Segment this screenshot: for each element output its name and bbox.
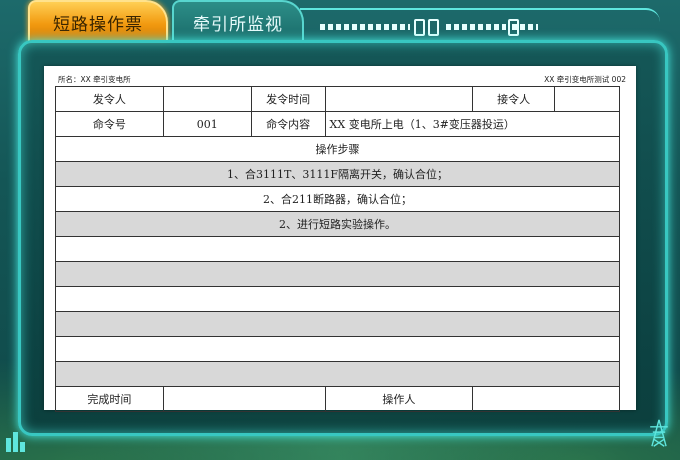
tab-short-circuit-ticket[interactable]: 短路操作票 — [28, 0, 168, 42]
operation-ticket-sheet: 所名：XX 牵引变电所 XX 牵引变电所测试 002 发令人 发令时间 接令人 … — [44, 66, 636, 412]
step-row — [55, 311, 620, 337]
header-decoration — [300, 8, 660, 36]
step-text: 2、合211断路器，确认合位； — [55, 186, 620, 212]
power-tower-icon — [650, 419, 668, 447]
step-row: 1、合3111T、3111F隔离开关，确认合位； — [55, 161, 620, 187]
command-row: 命令号 001 命令内容 XX 变电所上电（1、3#变压器投运） — [55, 111, 621, 137]
ticket-table: 发令人 发令时间 接令人 命令号 001 命令内容 XX 变电所上电（1、3#变… — [55, 86, 621, 412]
command-no-label: 命令号 — [55, 111, 164, 137]
issuer-label: 发令人 — [55, 86, 164, 112]
complete-time-value[interactable] — [162, 386, 326, 412]
tab-label: 短路操作票 — [53, 14, 143, 35]
step-row: 2、进行短路实验操作。 — [55, 211, 620, 237]
step-row — [55, 361, 620, 387]
completion-row: 完成时间 操作人 — [55, 386, 620, 412]
step-text — [55, 336, 620, 362]
step-row — [55, 261, 620, 287]
issue-time-label: 发令时间 — [250, 86, 326, 112]
step-text: 2、进行短路实验操作。 — [55, 211, 620, 237]
decor-notch — [414, 19, 425, 36]
step-text — [55, 286, 620, 312]
issuer-row: 发令人 发令时间 接令人 — [55, 86, 620, 112]
step-text — [55, 311, 620, 337]
command-content-value: XX 变电所上电（1、3#变压器投运） — [324, 111, 621, 137]
step-text — [55, 261, 620, 287]
issue-time-value[interactable] — [324, 86, 474, 112]
operator-label: 操作人 — [324, 386, 474, 412]
issuer-value[interactable] — [162, 86, 252, 112]
decor-notch — [428, 19, 439, 36]
step-text — [55, 236, 620, 262]
receiver-label: 接令人 — [472, 86, 556, 112]
step-row — [55, 336, 620, 362]
tab-label: 牵引所监视 — [193, 14, 283, 35]
step-row — [55, 286, 620, 312]
ticket-id: XX 牵引变电所测试 002 — [544, 75, 626, 84]
decor-dashes — [320, 24, 410, 30]
step-row: 2、合211断路器，确认合位； — [55, 186, 620, 212]
decor-dashes — [446, 24, 506, 30]
command-no-value: 001 — [162, 111, 252, 137]
step-text: 1、合3111T、3111F隔离开关，确认合位； — [55, 161, 620, 187]
operator-value[interactable] — [472, 386, 620, 412]
command-content-label: 命令内容 — [250, 111, 326, 137]
tab-substation-monitor[interactable]: 牵引所监视 — [172, 0, 304, 42]
complete-time-label: 完成时间 — [55, 386, 164, 412]
steps-title: 操作步骤 — [55, 136, 620, 162]
step-row — [55, 236, 620, 262]
chart-icon — [6, 432, 25, 452]
station-name: 所名：XX 牵引变电所 — [58, 75, 131, 84]
steps-title-row: 操作步骤 — [55, 136, 620, 162]
step-text — [55, 361, 620, 387]
decor-notch — [508, 19, 519, 36]
receiver-value[interactable] — [554, 86, 620, 112]
